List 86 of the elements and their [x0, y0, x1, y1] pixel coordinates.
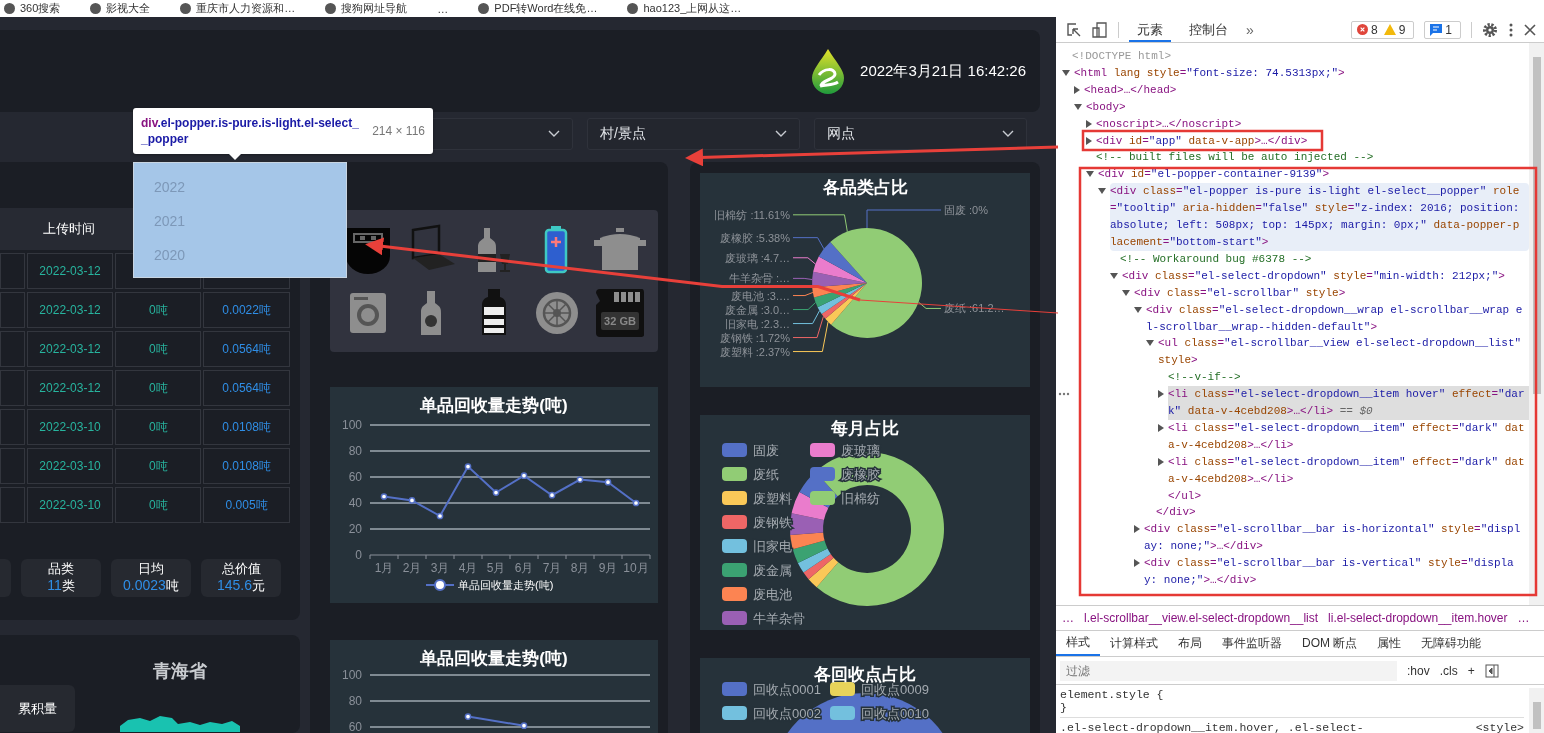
table-cell: 0.0022吨: [203, 292, 290, 328]
table-cell: 0吨: [115, 409, 202, 445]
table-cell: 0吨: [115, 292, 202, 328]
column-header: 上传时间: [43, 221, 95, 236]
slice-label: 旧棉纺 :11.61%: [714, 208, 790, 221]
table-cell: 2022-03-10: [26, 487, 114, 523]
table-cell: 2022-03-12: [26, 253, 114, 289]
stat-unit: 元: [252, 578, 265, 593]
axis-label: 6月: [514, 561, 534, 575]
table-cell: 0吨: [115, 370, 202, 406]
legend-label: 回收点0010: [861, 706, 929, 721]
slice-label: 废钢铁 :1.72%: [719, 331, 790, 344]
legend-label: 回收点0001: [753, 682, 821, 697]
axis-label: 9月: [598, 561, 618, 575]
axis-label: 40: [348, 496, 362, 510]
axis-label: 8月: [570, 561, 590, 575]
axis-label: 80: [348, 694, 362, 708]
date-time: 2022年3月21日 16:42:26: [860, 61, 1026, 81]
legend-label: 固废: [753, 443, 779, 458]
axis-label: 5月: [486, 561, 506, 575]
stat-value: 0.0023: [123, 577, 166, 593]
element-size: 214 × 116: [372, 124, 425, 138]
legend-label: 旧棉纺: [841, 491, 880, 506]
legend-label: 废塑料: [753, 491, 792, 506]
warning-count: 9: [1398, 22, 1406, 37]
table-cell: 0吨: [115, 448, 202, 484]
table-cell: 0.005吨: [203, 487, 290, 523]
legend-label: 单品回收量走势(吨): [458, 579, 554, 591]
table-cell: 2022-03-12: [26, 331, 114, 367]
axis-label: 3月: [430, 561, 450, 575]
table-cell: 0吨: [115, 487, 202, 523]
legend-label: 废电池: [753, 587, 792, 602]
axis-label: 7月: [542, 561, 562, 575]
legend-label: 牛羊杂骨: [753, 611, 805, 626]
map-title: 青海省: [152, 660, 208, 683]
axis-label: 2月: [402, 561, 422, 575]
sd-card-icon: 32 GB: [594, 286, 647, 339]
slice-label: 废塑料 :2.37%: [719, 345, 790, 358]
axis-label: 4月: [458, 561, 478, 575]
table-cell: 0.0108吨: [203, 448, 290, 484]
table-cell: 0吨: [115, 331, 202, 367]
axis-label: 1月: [374, 561, 394, 575]
slice-label: 废橡胶 :5.38%: [719, 231, 790, 244]
stat-label: 总价值: [221, 561, 261, 577]
legend-label: 废金属: [753, 563, 792, 578]
element-selector: div.el-popper.is-pure.is-light.el-select__popper: [141, 115, 360, 147]
chart-title: 各回收点占比: [814, 665, 916, 684]
table-cell: 2022-03-10: [26, 409, 114, 445]
css-rule: .el-select-dropdown__item.hover, .el-select-: [1060, 721, 1364, 733]
axis-label: 60: [348, 720, 362, 733]
slice-label: 旧家电 :2.3…: [724, 317, 790, 330]
legend-label: 旧家电: [753, 539, 792, 554]
legend-label: 废纸: [753, 467, 779, 482]
axis-label: 0: [355, 548, 362, 562]
stat-value: 145.6: [216, 577, 252, 593]
stat-value: 11: [47, 577, 62, 593]
message-count: 1: [1445, 22, 1452, 37]
table-cell: 0.0564吨: [203, 331, 290, 367]
axis-label: 80: [348, 444, 362, 458]
table-cell: 2022-03-10: [26, 448, 114, 484]
slice-label: 废电池 :3.…: [730, 289, 790, 302]
table-cell: 2022-03-12: [26, 292, 114, 328]
error-count: 8: [1370, 22, 1378, 37]
axis-label: 100: [341, 668, 362, 682]
legend-label: 废橡胶: [841, 467, 880, 482]
css-rule: element.style {: [1060, 688, 1164, 701]
slice-label: 废金属 :3.0…: [724, 303, 790, 316]
slice-label: 固废 :0%: [944, 204, 988, 216]
slice-label: 废玻璃 :4.7…: [724, 251, 790, 264]
axis-label: 100: [341, 418, 362, 432]
chart-title: 单品回收量走势(吨): [420, 649, 568, 668]
slice-label: 牛羊杂骨 :…: [728, 272, 790, 285]
chart-title: 每月占比: [831, 419, 899, 438]
stat-label: 日均: [138, 561, 164, 577]
stat-unit: 吨: [165, 578, 179, 593]
chart-title: 各品类占比: [822, 178, 908, 197]
css-rule: }: [1060, 701, 1068, 714]
axis-label: 10月: [623, 561, 649, 575]
axis-label: 20: [348, 522, 362, 536]
table-cell: 2022-03-12: [26, 370, 114, 406]
chart-title: 单品回收量走势(吨): [420, 396, 568, 415]
table-cell: 0.0564吨: [203, 370, 290, 406]
axis-label: 60: [348, 470, 362, 484]
table-cell: 0.0108吨: [203, 409, 290, 445]
stat-unit: 类: [61, 578, 75, 593]
stat-label: 品类: [48, 561, 74, 577]
